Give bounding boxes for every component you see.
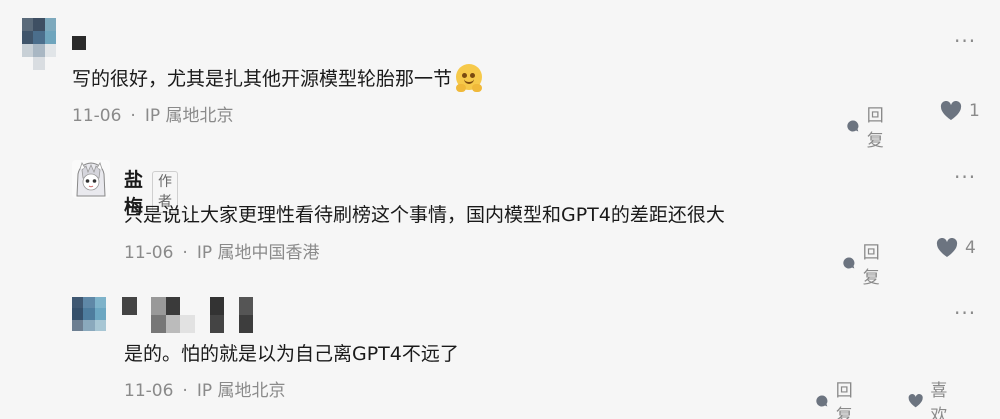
comment-date: 11-06 <box>124 243 174 263</box>
heart-icon <box>908 394 923 408</box>
reply-button[interactable]: 回复 <box>815 376 859 419</box>
meta-separator: · <box>182 243 188 263</box>
comment-text: 写的很好，尤其是扎其他开源模型轮胎那一节 <box>72 64 483 92</box>
grinning-face-with-hands-emoji-icon <box>456 64 483 92</box>
ip-location: IP 属地北京 <box>144 106 234 126</box>
reply-button[interactable]: 回复 <box>842 238 886 288</box>
like-button[interactable]: 喜欢 <box>908 376 954 419</box>
comment-body: 写的很好，尤其是扎其他开源模型轮胎那一节 <box>72 68 453 90</box>
more-button[interactable]: ··· <box>954 167 976 187</box>
anime-girl-avatar-icon <box>72 160 110 198</box>
reply-icon <box>816 395 828 407</box>
reply-label: 回复 <box>862 243 880 288</box>
avatar[interactable] <box>22 18 56 70</box>
meta-separator: · <box>130 106 136 126</box>
like-button[interactable]: 4 <box>936 238 976 258</box>
comment-meta: 11-06 · IP 属地北京 <box>72 101 233 126</box>
username-mosaic[interactable] <box>122 297 268 333</box>
reply-button[interactable]: 回复 <box>846 101 890 151</box>
reply-label: 回复 <box>835 381 853 419</box>
meta-separator: · <box>182 381 188 401</box>
heart-icon <box>936 238 958 257</box>
more-button[interactable]: ··· <box>954 303 976 323</box>
ip-location: IP 属地北京 <box>196 381 286 401</box>
like-button[interactable]: 1 <box>940 101 980 121</box>
more-button[interactable]: ··· <box>954 31 976 51</box>
avatar[interactable] <box>72 297 106 331</box>
ip-location: IP 属地中国香港 <box>196 243 320 263</box>
reply-icon <box>847 120 859 132</box>
comment-meta: 11-06 · IP 属地北京 <box>124 376 285 401</box>
comment-text: 只是说让大家更理性看待刷榜这个事情，国内模型和GPT4的差距还很大 <box>124 204 725 226</box>
reply-label: 回复 <box>866 106 884 151</box>
like-label: 喜欢 <box>930 381 948 419</box>
comment-text: 是的。怕的就是以为自己离GPT4不远了 <box>124 343 459 365</box>
reply-icon <box>843 257 855 269</box>
like-count: 4 <box>965 238 976 258</box>
username-mosaic[interactable] <box>72 36 86 50</box>
comment-thread: ··· 写的很好，尤其是扎其他开源模型轮胎那一节 11-06 · IP 属地北京 回… <box>0 0 1000 419</box>
heart-icon <box>940 101 962 120</box>
comment-date: 11-06 <box>124 381 174 401</box>
like-count: 1 <box>969 101 980 121</box>
comment-meta: 11-06 · IP 属地中国香港 <box>124 238 319 263</box>
comment-date: 11-06 <box>72 106 122 126</box>
avatar[interactable] <box>72 160 110 198</box>
